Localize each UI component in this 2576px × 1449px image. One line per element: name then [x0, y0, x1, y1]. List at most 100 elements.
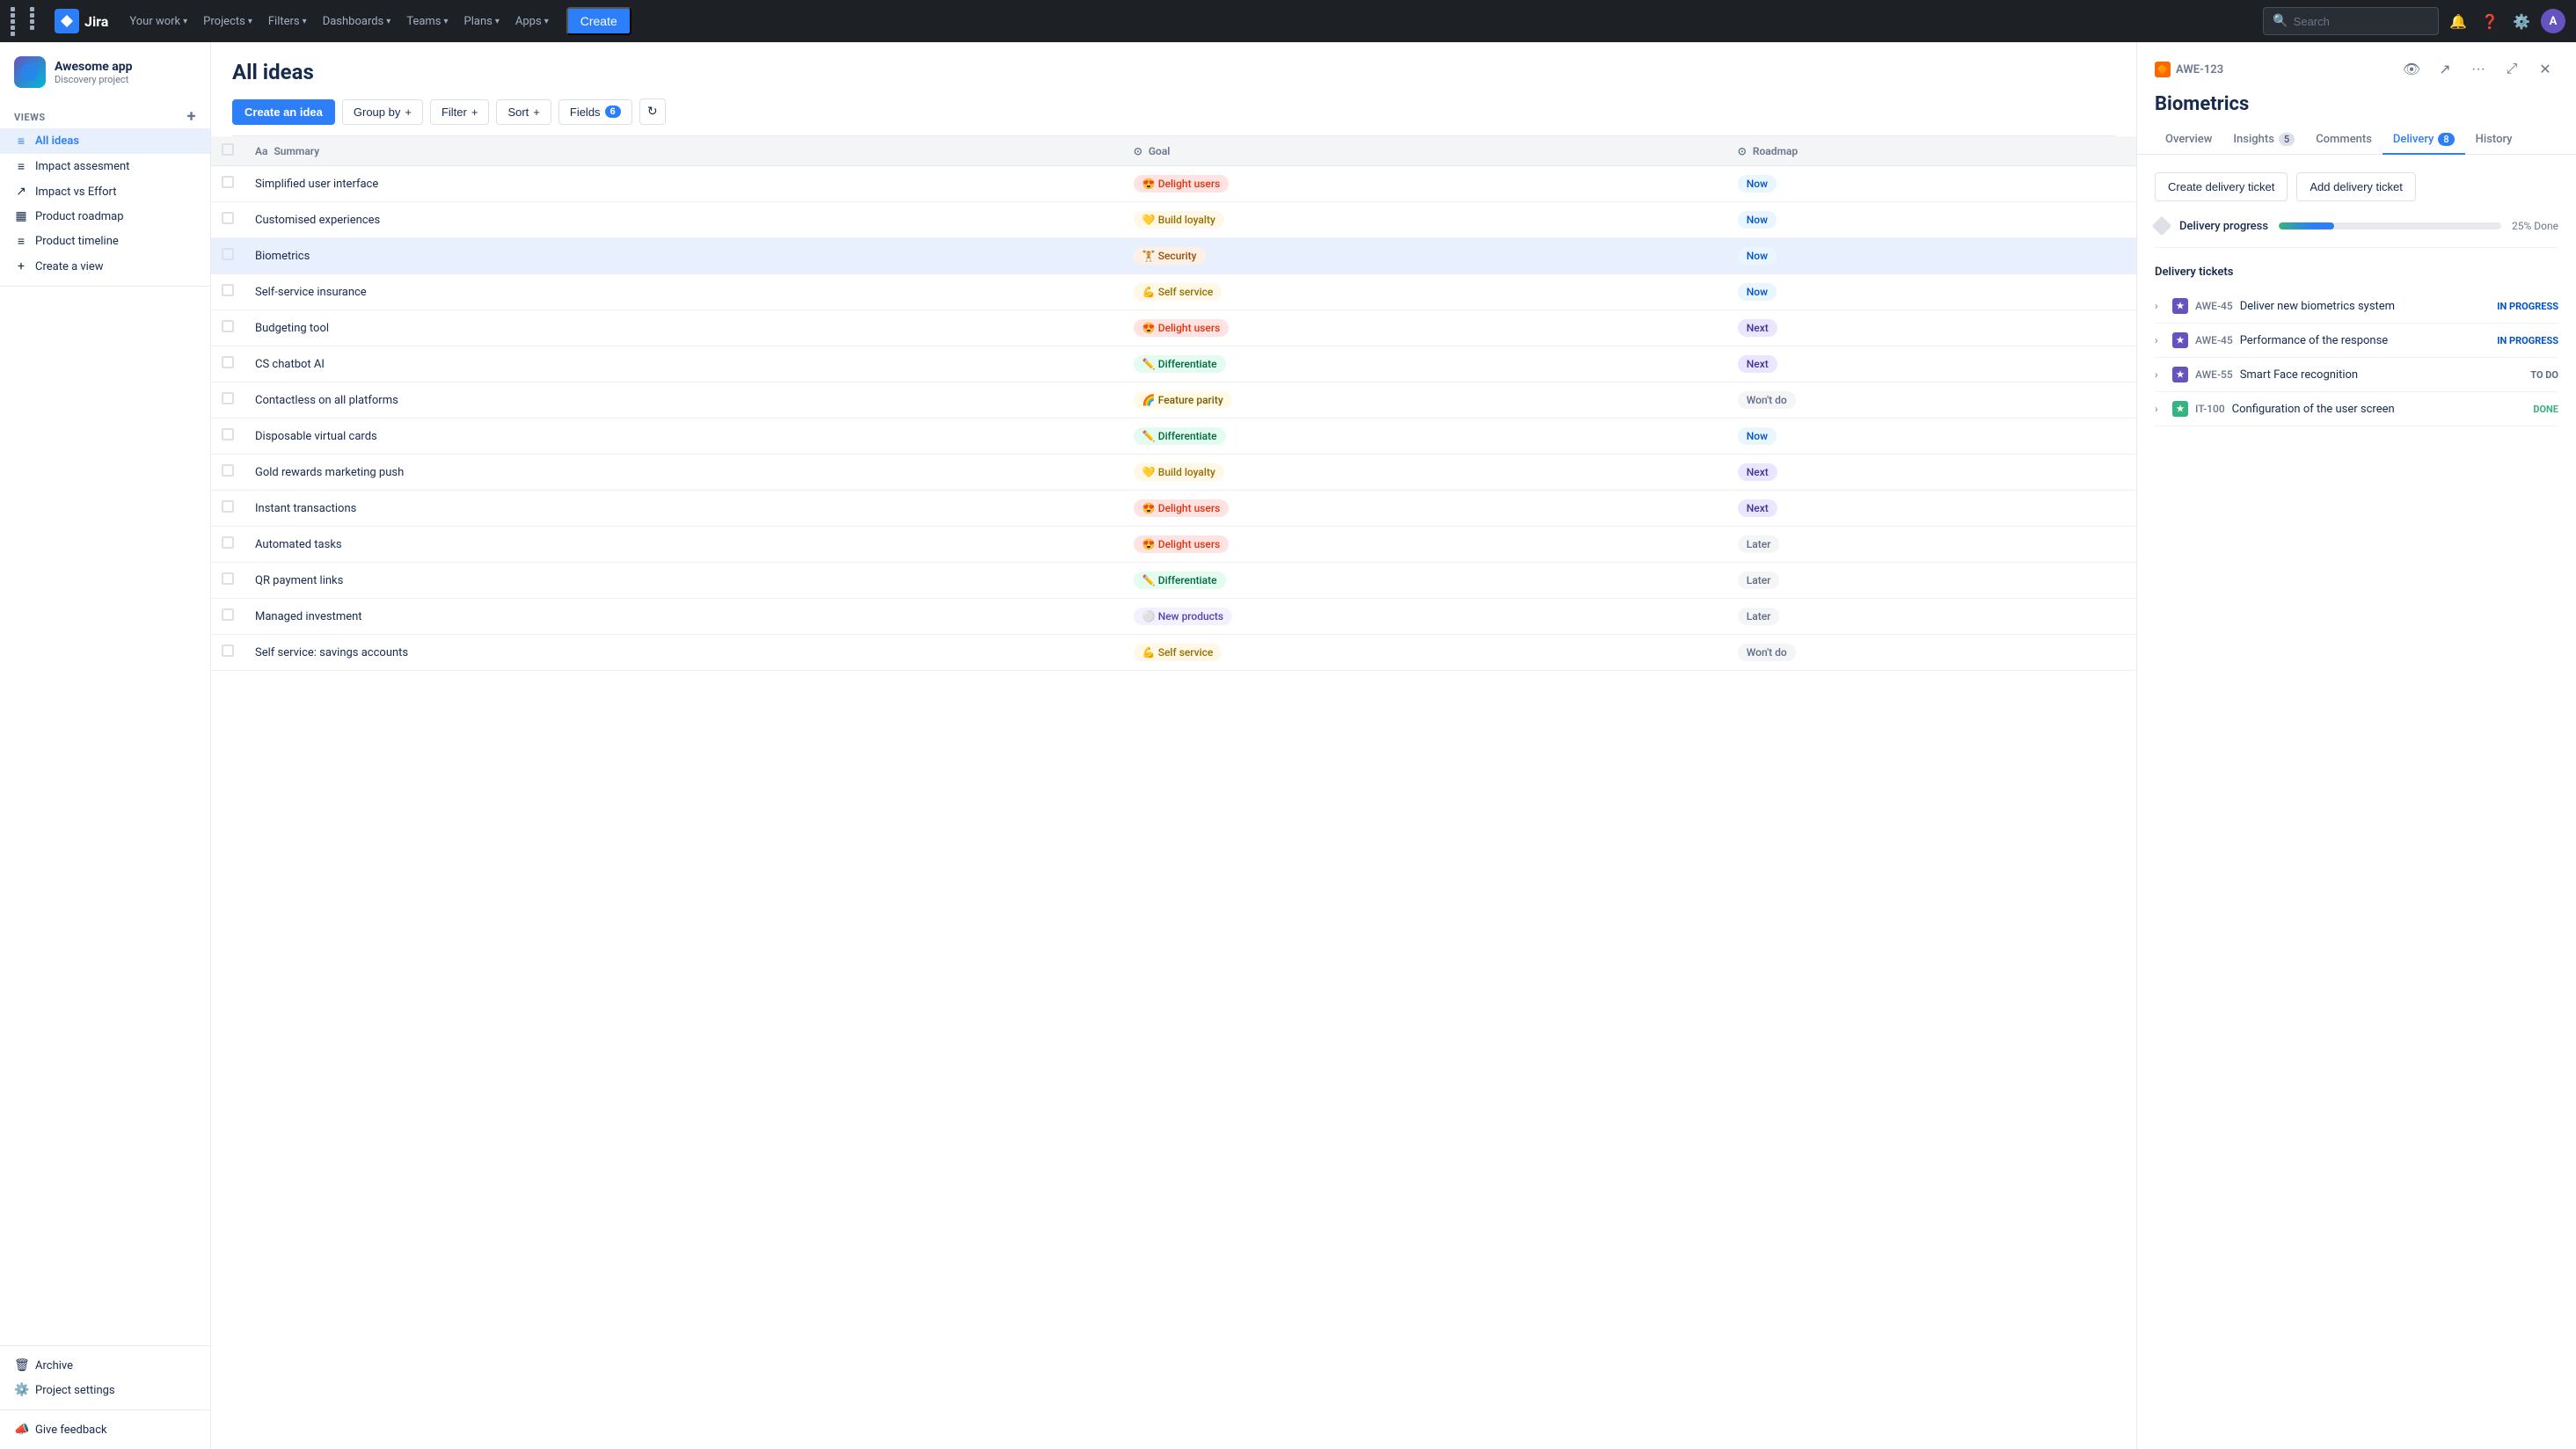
ideas-table-body: Simplified user interface 😍 Delight user… [211, 166, 2136, 671]
row-checkbox-4[interactable] [222, 284, 234, 296]
sidebar-item-all-ideas[interactable]: ≡All ideas [0, 128, 210, 154]
table-row[interactable]: Self service: savings accounts 💪 Self se… [211, 635, 2136, 671]
notifications-icon[interactable]: 🔔 [2446, 10, 2470, 33]
expand-button[interactable]: ⤢ [2499, 56, 2525, 83]
row-checkbox-14[interactable] [222, 644, 234, 657]
create-delivery-ticket-button[interactable]: Create delivery ticket [2155, 172, 2288, 201]
row-checkbox-1[interactable] [222, 176, 234, 188]
ticket-type-icon-3: ★ [2172, 401, 2188, 417]
sidebar-item-settings[interactable]: ⚙️ Project settings [0, 1378, 210, 1402]
sidebar-item-feedback[interactable]: 📣 Give feedback [0, 1417, 210, 1442]
table-row[interactable]: Managed investment ⚪ New products Later [211, 599, 2136, 635]
row-roadmap-7: Won't do [1738, 391, 1796, 409]
row-checkbox-9[interactable] [222, 464, 234, 477]
row-checkbox-2[interactable] [222, 212, 234, 224]
ticket-id: AWE-123 [2176, 63, 2223, 76]
table-row[interactable]: Disposable virtual cards ✏️ Differentiat… [211, 419, 2136, 455]
table-row[interactable]: Self-service insurance 💪 Self service No… [211, 274, 2136, 310]
row-checkbox-8[interactable] [222, 428, 234, 441]
row-checkbox-10[interactable] [222, 500, 234, 513]
detail-tab-delivery[interactable]: Delivery8 [2383, 126, 2465, 155]
table-row[interactable]: Contactless on all platforms 🌈 Feature p… [211, 382, 2136, 419]
table-row[interactable]: CS chatbot AI ✏️ Differentiate Next [211, 346, 2136, 382]
table-row[interactable]: Simplified user interface 😍 Delight user… [211, 166, 2136, 202]
select-all-checkbox[interactable] [222, 143, 234, 156]
delivery-ticket-row[interactable]: › ★ AWE-45 Performance of the response I… [2155, 324, 2558, 358]
sort-button[interactable]: Sort + [496, 99, 551, 125]
row-summary-8: Disposable virtual cards [244, 419, 1123, 455]
sidebar-item-impact-effort[interactable]: ↗Impact vs Effort [0, 179, 210, 204]
jira-logo[interactable]: Jira [55, 9, 108, 33]
table-row[interactable]: Customised experiences 💛 Build loyalty N… [211, 202, 2136, 238]
delivery-ticket-row[interactable]: › ★ AWE-45 Deliver new biometrics system… [2155, 289, 2558, 324]
topnav-link-apps[interactable]: Apps▾ [508, 11, 556, 32]
watch-button[interactable]: 👁 [2398, 56, 2425, 83]
search-icon: 🔍 [2273, 14, 2288, 28]
create-idea-button[interactable]: Create an idea [232, 99, 335, 125]
settings-icon[interactable]: ⚙️ [2509, 10, 2534, 33]
detail-tab-insights[interactable]: Insights5 [2222, 126, 2305, 155]
row-roadmap-11: Later [1738, 535, 1780, 553]
sidebar-item-product-roadmap[interactable]: ▦Product roadmap [0, 204, 210, 229]
delivery-ticket-row[interactable]: › ★ IT-100 Configuration of the user scr… [2155, 392, 2558, 426]
row-checkbox-11[interactable] [222, 536, 234, 549]
row-checkbox-13[interactable] [222, 608, 234, 621]
table-row[interactable]: Gold rewards marketing push 💛 Build loya… [211, 455, 2136, 491]
add-delivery-ticket-button[interactable]: Add delivery ticket [2296, 172, 2416, 201]
row-goal-14: 💪 Self service [1134, 644, 1222, 661]
groupby-button[interactable]: Group by + [342, 99, 423, 125]
sidebar-item-product-timeline[interactable]: ≡Product timeline [0, 229, 210, 254]
tab-label-history: History [2476, 133, 2513, 146]
ticket-chevron-icon-3: › [2155, 403, 2165, 415]
fields-button[interactable]: Fields 6 [558, 99, 632, 125]
row-summary-6: CS chatbot AI [244, 346, 1123, 382]
detail-tab-history[interactable]: History [2465, 126, 2523, 155]
tab-label-delivery: Delivery [2393, 133, 2434, 146]
help-icon[interactable]: ❓ [2477, 10, 2502, 33]
table-row[interactable]: Automated tasks 😍 Delight users Later [211, 527, 2136, 563]
sidebar-item-impact-assesment[interactable]: ≡Impact assesment [0, 154, 210, 179]
table-row[interactable]: Instant transactions 😍 Delight users Nex… [211, 491, 2136, 527]
row-checkbox-7[interactable] [222, 392, 234, 404]
topnav-link-projects[interactable]: Projects▾ [196, 11, 259, 32]
row-checkbox-6[interactable] [222, 356, 234, 368]
row-summary-1: Simplified user interface [244, 166, 1123, 202]
topnav-link-dashboards[interactable]: Dashboards▾ [316, 11, 398, 32]
filter-plus-icon: + [471, 106, 478, 119]
topnav-link-filters[interactable]: Filters▾ [261, 11, 314, 32]
topnav-link-teams[interactable]: Teams▾ [399, 11, 455, 32]
sidebar-item-archive[interactable]: 🗑 Archive [0, 1353, 210, 1378]
more-options-button[interactable]: ··· [2465, 56, 2492, 83]
ticket-title-0: Deliver new biometrics system [2240, 300, 2491, 313]
row-roadmap-9: Next [1738, 463, 1777, 481]
table-row[interactable]: QR payment links ✏️ Differentiate Later [211, 563, 2136, 599]
add-view-icon[interactable]: + [187, 109, 196, 125]
topnav-link-plans[interactable]: Plans▾ [457, 11, 507, 32]
create-button[interactable]: Create [566, 7, 631, 35]
detail-tab-overview[interactable]: Overview [2155, 126, 2222, 155]
search-box[interactable]: 🔍 [2263, 7, 2439, 35]
search-input[interactable] [2294, 15, 2430, 28]
row-summary-7: Contactless on all platforms [244, 382, 1123, 419]
topnav-link-your-work[interactable]: Your work▾ [122, 11, 194, 32]
row-checkbox-3[interactable] [222, 248, 234, 260]
table-row[interactable]: Biometrics 🏋 Security Now [211, 238, 2136, 274]
detail-tab-comments[interactable]: Comments [2305, 126, 2383, 155]
ticket-id-section: 🔶 AWE-123 [2155, 62, 2223, 77]
row-checkbox-12[interactable] [222, 572, 234, 585]
close-button[interactable]: ✕ [2532, 56, 2558, 83]
roadmap-col-header: ⊙ Roadmap [1727, 136, 2136, 166]
row-checkbox-5[interactable] [222, 320, 234, 332]
app-switcher-icon[interactable] [11, 7, 47, 36]
table-row[interactable]: Budgeting tool 😍 Delight users Next [211, 310, 2136, 346]
share-button[interactable]: ↗ [2432, 56, 2458, 83]
refresh-button[interactable]: ↻ [639, 98, 666, 125]
ideas-panel: All ideas Create an idea Group by + Filt… [211, 42, 2136, 1449]
ticket-title-2: Smart Face recognition [2240, 368, 2524, 382]
delivery-ticket-row[interactable]: › ★ AWE-55 Smart Face recognition TO DO [2155, 358, 2558, 392]
avatar[interactable]: A [2541, 9, 2565, 33]
filter-button[interactable]: Filter + [430, 99, 489, 125]
sidebar-item-create-view[interactable]: +Create a view [0, 254, 210, 279]
ticket-id-2: AWE-55 [2195, 368, 2233, 381]
ticket-id-3: IT-100 [2195, 403, 2225, 415]
